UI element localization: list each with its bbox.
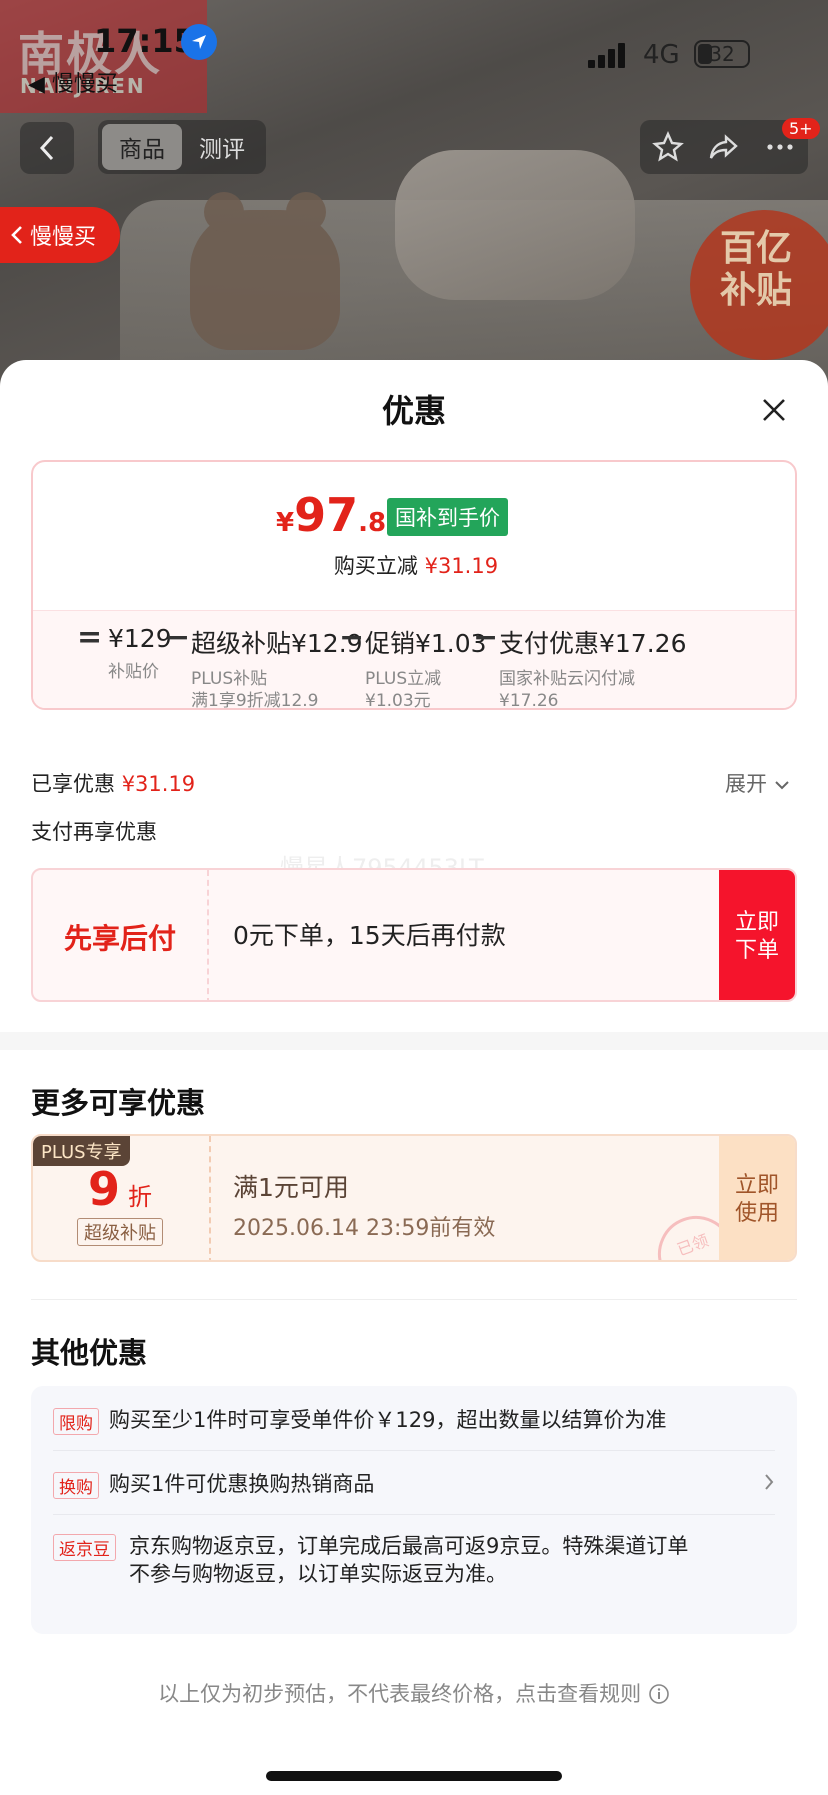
nav-tabs: 商品 测评 (98, 120, 266, 174)
jingdou-tag: 返京豆 (53, 1534, 116, 1561)
divider (53, 1514, 775, 1515)
battery-level: 32 (709, 42, 735, 66)
back-to-app-link[interactable]: ◀ 慢慢买 (28, 66, 118, 98)
section-divider (0, 1032, 828, 1050)
formula-operator: = (77, 620, 103, 655)
chevron-left-icon (11, 226, 22, 244)
notification-badge: 5+ (782, 118, 820, 139)
pay-section-title: 支付再享优惠 (31, 820, 157, 844)
coupon-card: PLUS专享 9折 超级补贴 满1元可用 2025.06.14 23:59前有效… (31, 1134, 797, 1262)
final-price: ¥ 97 .81 (276, 488, 405, 542)
star-icon[interactable] (652, 131, 684, 163)
battery-icon: 32 (694, 40, 750, 68)
pillow-shape (395, 150, 635, 300)
formula-item: 促销¥1.03 PLUS立减 ¥1.03元 (365, 629, 487, 710)
purchase-limit-tag: 限购 (53, 1408, 99, 1435)
sheet-title: 优惠 (381, 392, 446, 430)
chevron-down-icon (774, 781, 789, 790)
use-now-button[interactable]: 立即使用 (719, 1136, 795, 1260)
bnpl-desc: 0元下单，15天后再付款 (233, 921, 506, 950)
coupon-separator (209, 1136, 211, 1260)
coupon-discount: 9折 (88, 1162, 153, 1216)
other-discounts-title: 其他优惠 (31, 1336, 148, 1370)
formula-item: ¥129 补贴价 (108, 624, 172, 682)
chevron-right-icon (765, 1474, 774, 1490)
more-discounts-title: 更多可享优惠 (31, 1086, 206, 1120)
formula-operator: − (473, 620, 499, 655)
list-item: 返京豆 京东购物返京豆，订单完成后最高可返9京豆。特殊渠道订单 不参与购物返豆，以… (53, 1532, 775, 1586)
network-type: 4G (643, 40, 680, 70)
close-icon[interactable] (756, 392, 792, 428)
formula-operator: − (339, 620, 365, 655)
exchange-tag: 换购 (53, 1472, 99, 1499)
formula-item: 超级补贴¥12.9 PLUS补贴 满1享9折减12.9 (191, 629, 363, 710)
expand-toggle[interactable]: 展开 (725, 768, 790, 798)
location-arrow-icon (181, 24, 217, 60)
teddy-bear-shape (190, 192, 340, 350)
enjoyed-discount: 已享优惠 ¥31.19 (31, 772, 196, 796)
chevron-left-icon (39, 135, 54, 161)
order-now-button[interactable]: 立即下单 (719, 870, 795, 1000)
price-formula: = ¥129 补贴价 − 超级补贴¥12.9 PLUS补贴 满1享9折减12.9 … (33, 610, 795, 710)
rules-link[interactable]: 以上仅为初步预估，不代表最终价格，点击查看规则 (0, 1678, 828, 1708)
tab-product[interactable]: 商品 (102, 124, 182, 170)
list-item-exchange[interactable]: 换购 购买1件可优惠换购热销商品 (53, 1470, 775, 1499)
formula-operator: − (165, 620, 191, 655)
info-icon (649, 1684, 669, 1704)
price-tag-badge: 国补到手价 (387, 498, 508, 536)
price-breakdown-card: ¥ 97 .81 国补到手价 购买立减 ¥31.19 = ¥129 补贴价 − … (31, 460, 797, 710)
buy-now-pay-later-card: 先享后付 0元下单，15天后再付款 立即下单 (31, 868, 797, 1002)
back-button[interactable] (20, 122, 74, 174)
subsidy-badge: 百亿 补贴 (690, 210, 828, 360)
discount-sheet: 优惠 ¥ 97 .81 国补到手价 购买立减 ¥31.19 = ¥129 补贴价… (0, 360, 828, 1795)
coupon-condition: 满1元可用 (233, 1173, 349, 1202)
list-item: 限购 购买至少1件时可享受单件价￥129，超出数量以结算价为准 (53, 1406, 775, 1435)
divider (53, 1450, 775, 1451)
signal-icon (588, 40, 628, 68)
divider (31, 1299, 797, 1300)
bnpl-title: 先享后付 (33, 870, 209, 1000)
coupon-expiry: 2025.06.14 23:59前有效 (233, 1216, 496, 1241)
coupon-kind: 超级补贴 (77, 1218, 163, 1246)
home-indicator (266, 1771, 562, 1781)
purchase-reduction: 购买立减 ¥31.19 (333, 554, 499, 578)
formula-item: 支付优惠¥17.26 国家补贴云闪付减 ¥17.26 (499, 629, 687, 710)
tab-review[interactable]: 测评 (182, 124, 262, 170)
manman-buy-label: 慢慢买 (30, 225, 97, 250)
other-discounts-list: 限购 购买至少1件时可享受单件价￥129，超出数量以结算价为准 换购 购买1件可… (31, 1386, 797, 1634)
share-icon[interactable] (708, 131, 740, 163)
manman-buy-button[interactable]: 慢慢买 (0, 207, 120, 263)
